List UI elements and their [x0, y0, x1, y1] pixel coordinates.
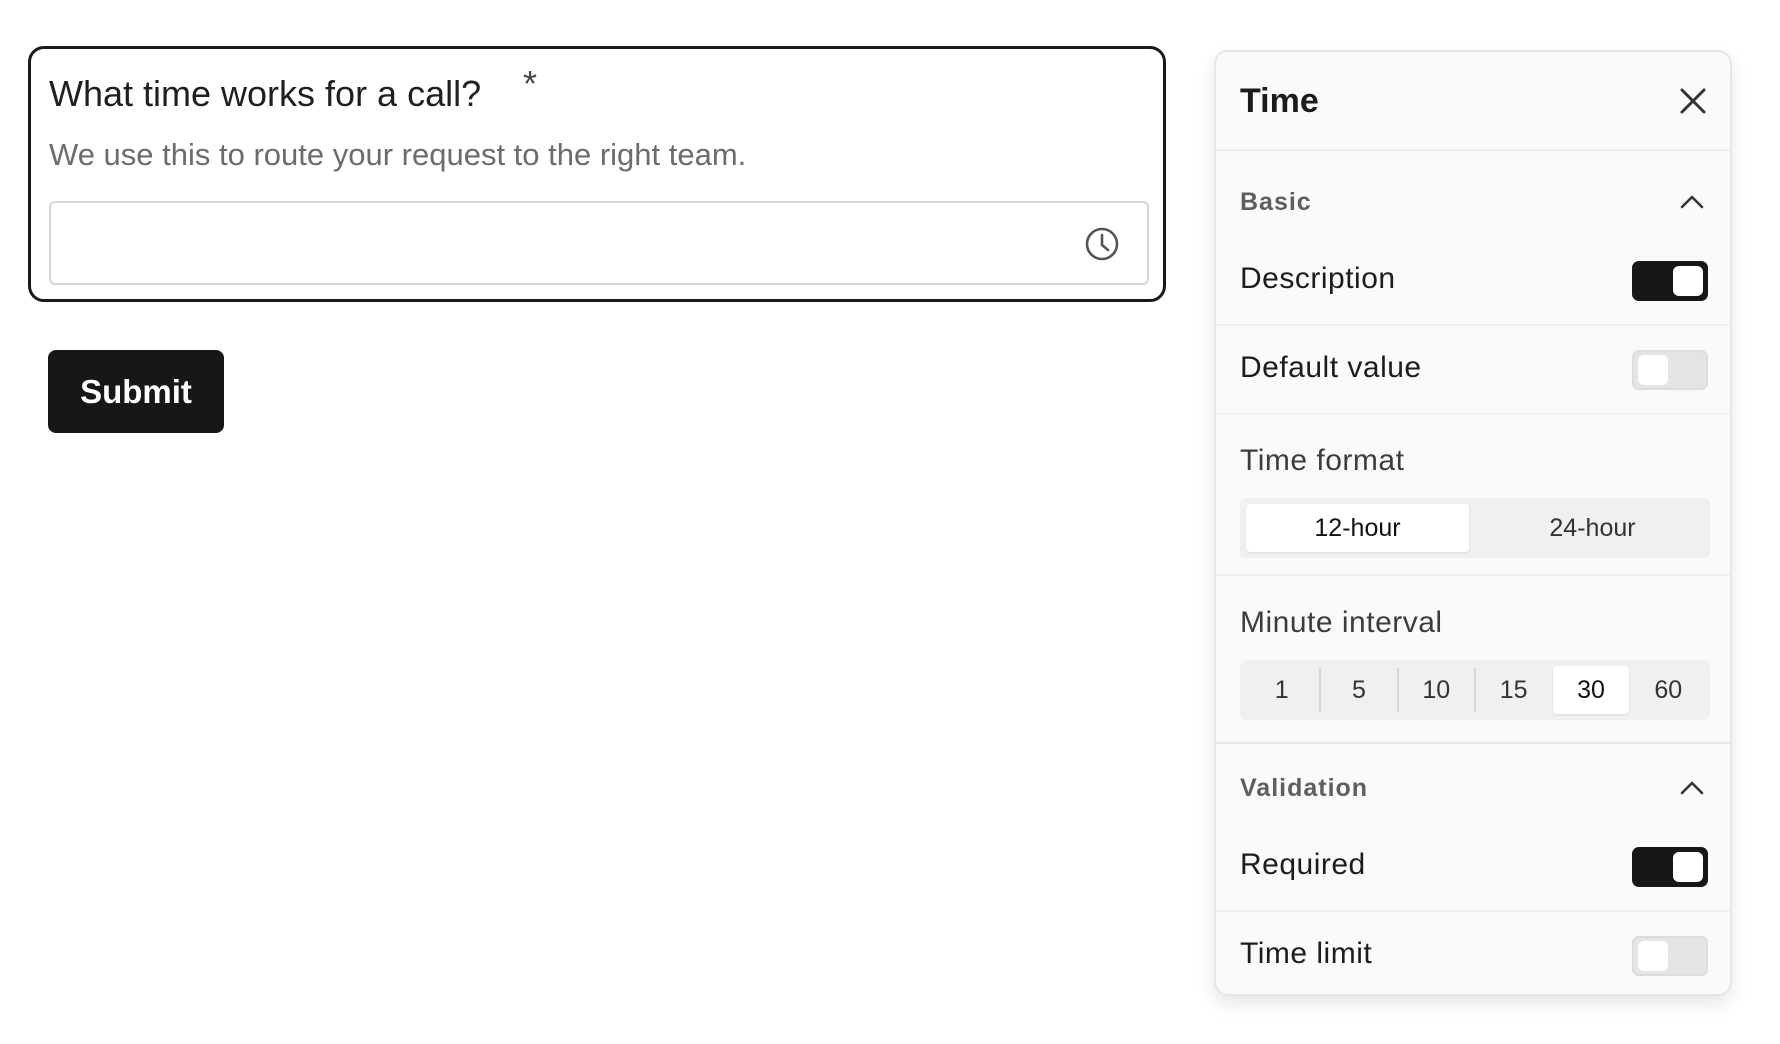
time-format-option-24-hour[interactable]: 24-hour [1481, 504, 1704, 552]
question-description: We use this to route your request to the… [49, 137, 747, 172]
time-format-label: Time format [1240, 444, 1405, 477]
time-format-option-12-hour[interactable]: 12-hour [1246, 504, 1469, 552]
toggle-knob [1638, 355, 1668, 385]
time-limit-toggle[interactable] [1632, 936, 1708, 976]
clock-icon[interactable] [1083, 225, 1121, 263]
basic-section-header[interactable]: Basic [1216, 172, 1730, 232]
required-asterisk: * [523, 63, 538, 104]
question-title: What time works for a call? [49, 73, 482, 114]
time-format-setting: Time format 12-hour 24-hour [1216, 414, 1730, 576]
minute-interval-segmented-control: 1 5 10 15 30 60 [1240, 660, 1710, 720]
description-setting-row: Description [1216, 236, 1730, 326]
chevron-up-icon [1680, 195, 1704, 209]
minute-interval-option-15[interactable]: 15 [1476, 666, 1551, 714]
time-format-segmented-control: 12-hour 24-hour [1240, 498, 1710, 558]
minute-interval-option-10[interactable]: 10 [1399, 666, 1474, 714]
time-limit-setting-row: Time limit [1216, 911, 1730, 994]
minute-interval-option-60[interactable]: 60 [1631, 666, 1706, 714]
time-input[interactable] [49, 201, 1149, 285]
chevron-up-icon [1680, 781, 1704, 795]
minute-interval-option-5[interactable]: 5 [1321, 666, 1396, 714]
default-value-toggle[interactable] [1632, 350, 1708, 390]
description-toggle[interactable] [1632, 261, 1708, 301]
default-value-setting-row: Default value [1216, 325, 1730, 415]
minute-interval-setting: Minute interval 1 5 10 15 30 60 [1216, 576, 1730, 744]
minute-interval-label: Minute interval [1240, 606, 1443, 639]
submit-button[interactable]: Submit [48, 350, 224, 433]
validation-section-header[interactable]: Validation [1216, 758, 1730, 818]
minute-interval-option-30[interactable]: 30 [1553, 666, 1629, 714]
minute-interval-option-1[interactable]: 1 [1244, 666, 1319, 714]
basic-section-label: Basic [1240, 188, 1312, 216]
toggle-knob [1673, 852, 1703, 882]
time-settings-panel: Time Basic Description Default value Tim… [1214, 50, 1732, 996]
panel-header: Time [1216, 52, 1730, 151]
time-limit-setting-label: Time limit [1240, 937, 1373, 970]
toggle-knob [1638, 941, 1668, 971]
panel-title: Time [1240, 82, 1319, 120]
required-toggle[interactable] [1632, 847, 1708, 887]
description-setting-label: Description [1240, 262, 1396, 295]
required-setting-row: Required [1216, 822, 1730, 912]
validation-section-label: Validation [1240, 774, 1369, 802]
close-icon[interactable] [1678, 86, 1708, 116]
default-value-setting-label: Default value [1240, 351, 1422, 384]
required-setting-label: Required [1240, 848, 1366, 881]
question-card: What time works for a call? * We use thi… [28, 46, 1166, 302]
toggle-knob [1673, 266, 1703, 296]
